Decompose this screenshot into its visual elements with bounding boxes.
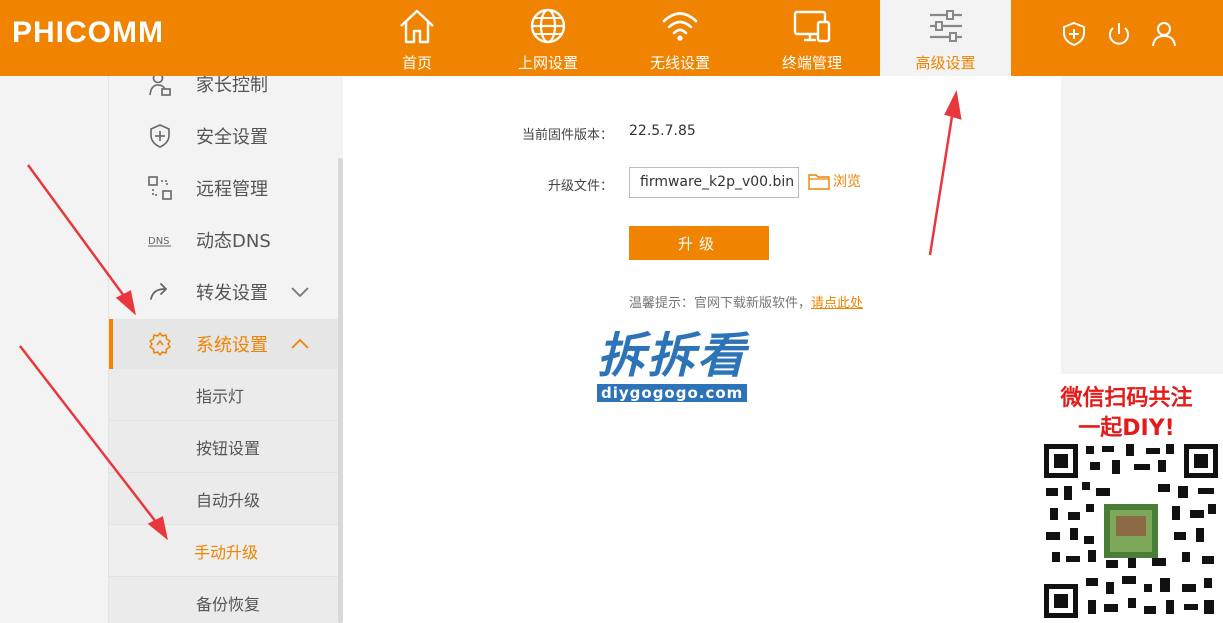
nav-advanced[interactable]: 高级设置: [880, 0, 1011, 76]
browse-label: 浏览: [833, 174, 861, 190]
subitem-manual-upgrade[interactable]: 手动升级: [109, 525, 341, 577]
firmware-version-value: 22.5.7.85: [629, 123, 696, 139]
subitem-label: 手动升级: [194, 542, 259, 562]
sidebar-item-label: 安全设置: [196, 127, 268, 148]
nav-label: 终端管理: [781, 54, 842, 72]
brand-logo: PHICOMM: [12, 16, 164, 49]
promo-line-2: 一起DIY!: [1078, 416, 1175, 441]
nav-devices[interactable]: 终端管理: [772, 0, 852, 76]
remote-icon: [148, 176, 172, 200]
sidebar-item-remote[interactable]: 远程管理: [109, 163, 341, 213]
sidebar-item-forwarding[interactable]: 转发设置: [109, 267, 341, 317]
svg-text:DNS: DNS: [148, 236, 170, 247]
gear-icon: [149, 332, 171, 356]
chevron-up-icon: [291, 338, 309, 349]
chevron-down-icon: [291, 287, 309, 298]
upgrade-button[interactable]: 升级: [629, 226, 769, 260]
subitem-backup-restore[interactable]: 备份恢复: [109, 577, 341, 623]
nav-label: 上网设置: [517, 54, 578, 72]
qr-promo: 微信扫码共注 一起DIY!: [1030, 374, 1223, 623]
top-header: PHICOMM 首页 上网设置 无线设置 终端管理 高级设置: [0, 0, 1223, 76]
download-link[interactable]: 请点此处: [811, 296, 863, 311]
power-icon[interactable]: [1105, 20, 1133, 48]
sidebar-item-system[interactable]: 系统设置: [109, 319, 341, 369]
upgrade-file-input[interactable]: firmware_k2p_v00.bin: [629, 167, 799, 198]
sidebar-item-parental[interactable]: 家长控制: [109, 76, 341, 109]
nav-label: 无线设置: [649, 54, 710, 72]
devices-icon: [793, 10, 831, 43]
browse-button[interactable]: 浏览: [808, 171, 861, 191]
sidebar: 家长控制 安全设置 远程管理 DNS 动态DNS 转发设置 系统设置 指示灯 按…: [108, 76, 342, 623]
sliders-icon: [929, 10, 962, 42]
nav-label: 首页: [401, 54, 432, 72]
shield-plus-icon[interactable]: [1060, 20, 1088, 48]
shield-icon: [150, 124, 170, 148]
subitem-label: 备份恢复: [196, 594, 261, 614]
globe-icon: [530, 8, 566, 44]
subitem-button-settings[interactable]: 按钮设置: [109, 421, 341, 473]
subitem-indicator[interactable]: 指示灯: [109, 369, 341, 421]
tip-text: 温馨提示：官网下载新版软件，请点此处: [629, 292, 863, 311]
sidebar-item-security[interactable]: 安全设置: [109, 111, 341, 161]
sidebar-item-ddns[interactable]: DNS 动态DNS: [109, 215, 341, 265]
nav-home[interactable]: 首页: [384, 0, 450, 76]
subitem-label: 指示灯: [196, 386, 245, 406]
tip-prefix: 温馨提示：官网下载新版软件，: [629, 296, 812, 311]
wifi-icon: [662, 12, 698, 41]
parent-icon: [149, 76, 171, 96]
nav-internet[interactable]: 上网设置: [508, 0, 588, 76]
promo-line-1: 微信扫码共注: [1060, 386, 1193, 411]
watermark-url: diygogogo.com: [597, 384, 748, 402]
user-icon[interactable]: [1150, 20, 1178, 48]
firmware-version-label: 当前固件版本：: [521, 128, 613, 143]
home-icon: [400, 9, 434, 44]
dns-icon: DNS: [148, 236, 171, 247]
watermark-title: 拆拆看: [597, 328, 748, 384]
subitem-label: 自动升级: [196, 490, 261, 510]
sidebar-item-label: 转发设置: [196, 283, 268, 304]
nav-label: 高级设置: [915, 54, 976, 72]
qr-code-icon: [1042, 442, 1220, 620]
sidebar-item-label: 远程管理: [196, 179, 268, 200]
folder-icon: [808, 174, 830, 190]
forward-icon: [150, 283, 167, 300]
upgrade-file-label: 升级文件：: [547, 179, 613, 194]
subitem-label: 按钮设置: [196, 438, 261, 458]
sidebar-item-label: 系统设置: [196, 335, 268, 356]
watermark-logo: 拆拆看 diygogogo.com: [597, 328, 748, 402]
sidebar-item-label: 动态DNS: [196, 231, 271, 252]
sidebar-item-label: 家长控制: [196, 76, 268, 96]
subitem-auto-upgrade[interactable]: 自动升级: [109, 473, 341, 525]
nav-wireless[interactable]: 无线设置: [640, 0, 720, 76]
